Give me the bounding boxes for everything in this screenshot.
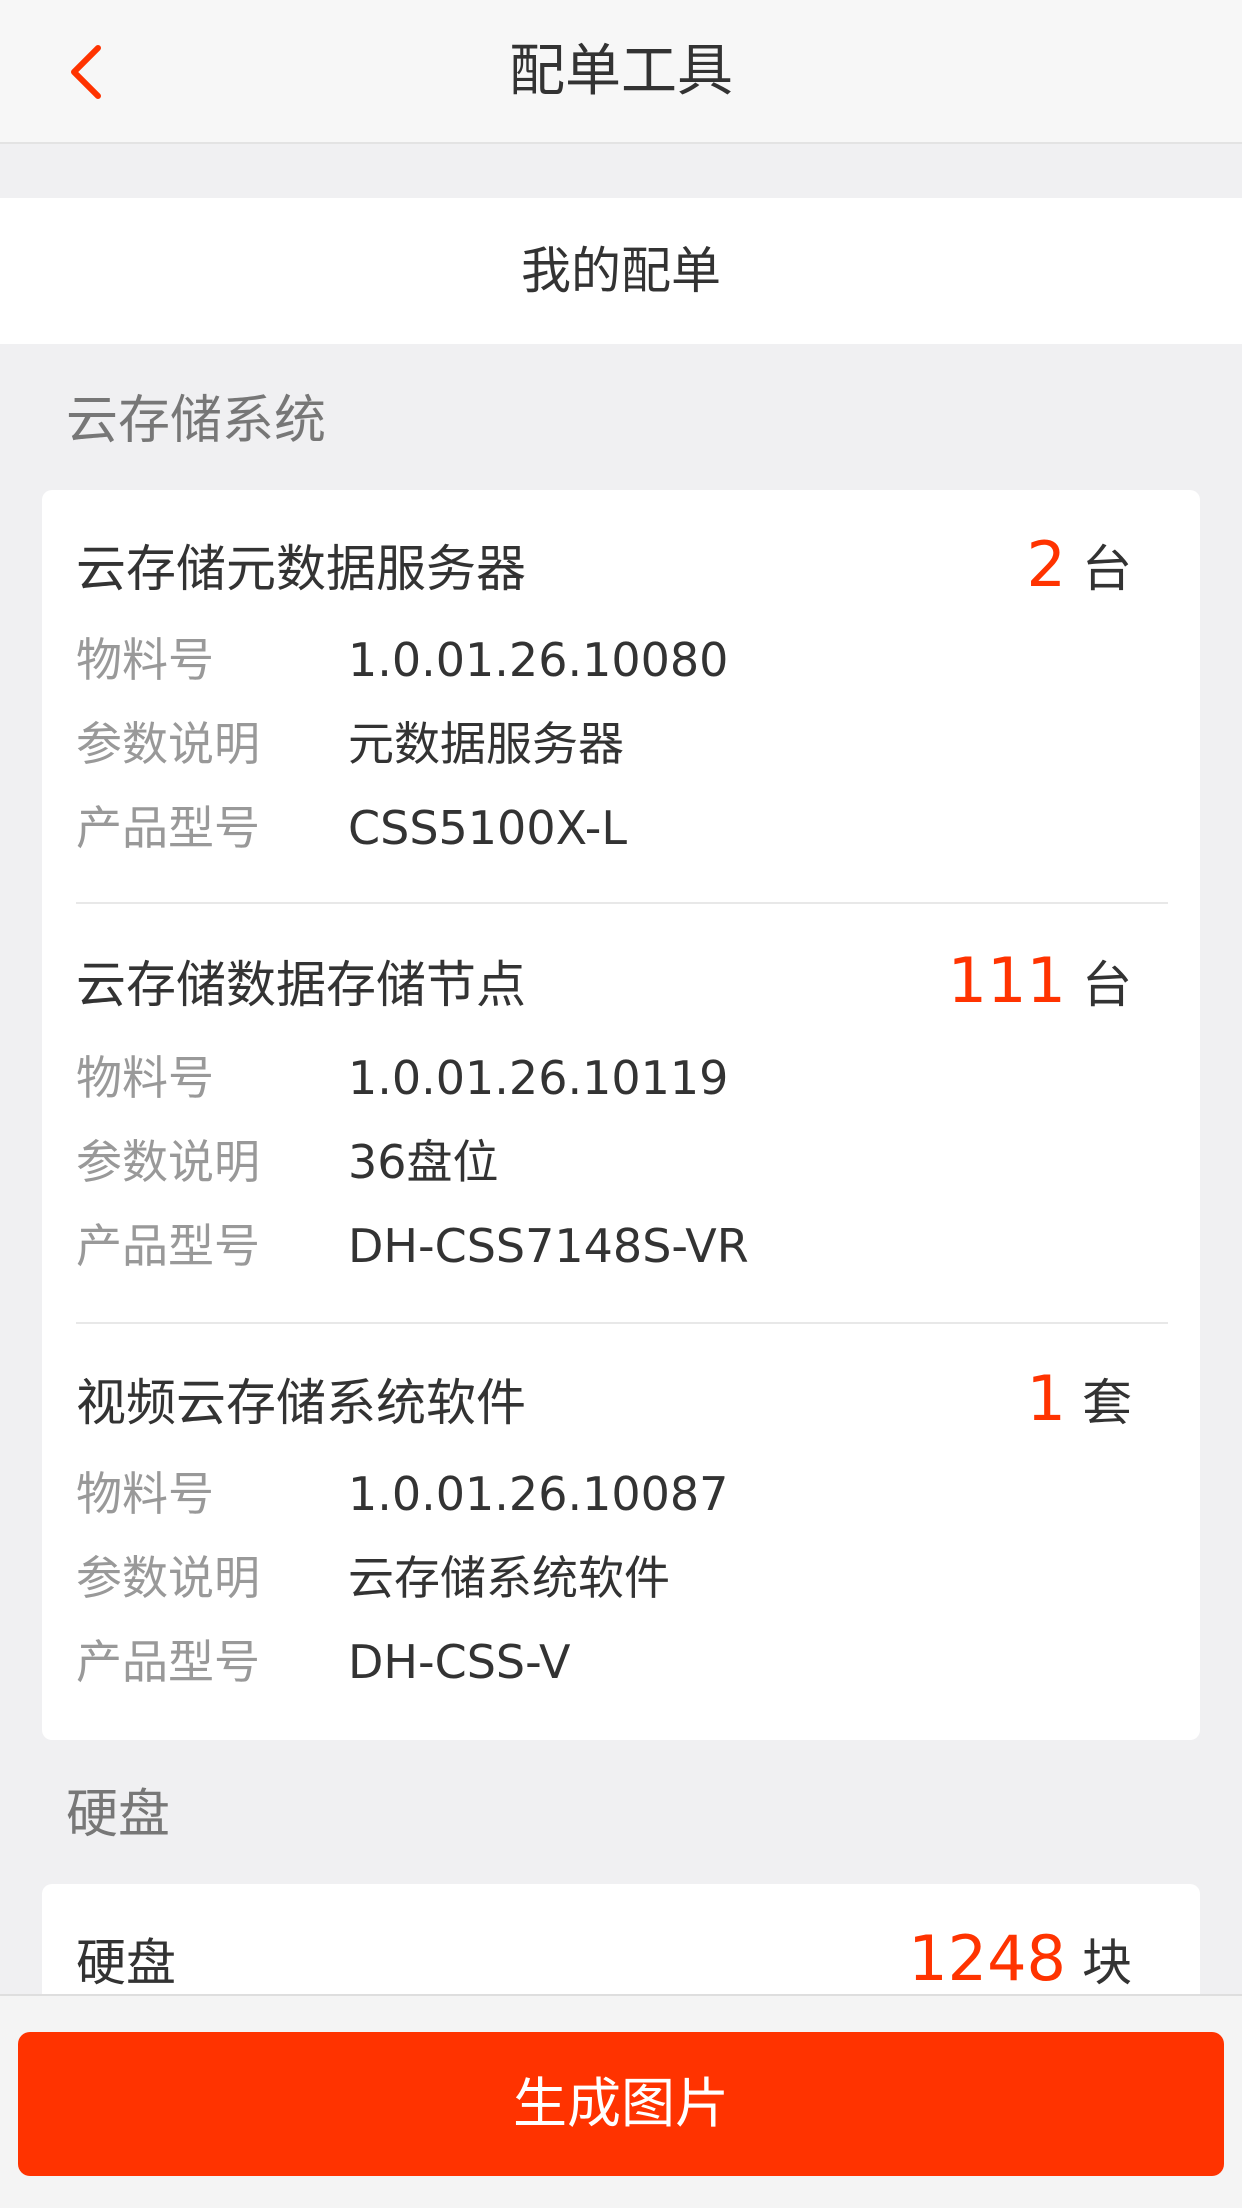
chevron-left-icon	[71, 45, 101, 99]
quantity-unit: 套	[1082, 1374, 1132, 1432]
page-title: 配单工具	[509, 39, 733, 104]
param-desc-value: 云存储系统软件	[348, 1551, 670, 1605]
material-no-value: 1.0.01.26.10087	[348, 1467, 729, 1521]
list-item[interactable]: 云存储元数据服务器 2台 物料号 1.0.01.26.10080 参数说明 元数…	[42, 490, 1200, 902]
item-name: 视频云存储系统软件	[76, 1374, 526, 1432]
item-name: 云存储元数据服务器	[76, 540, 526, 598]
param-desc-label: 参数说明	[76, 1551, 260, 1605]
param-desc-value: 36盘位	[348, 1135, 499, 1189]
param-desc-label: 参数说明	[76, 717, 260, 771]
param-desc-value: 元数据服务器	[348, 717, 624, 771]
quantity-unit: 块	[1082, 1934, 1132, 1992]
model-value: DH-CSS7148S-VR	[348, 1219, 749, 1273]
quantity-number: 1	[1026, 1362, 1066, 1435]
list-item[interactable]: 云存储数据存储节点 111 台 物料号 1.0.01.26.10119 参数说明 …	[42, 904, 1200, 1322]
quantity-unit: 台	[1082, 540, 1132, 598]
quantity-number: 2	[1026, 528, 1066, 601]
back-button[interactable]	[50, 36, 122, 108]
quantity-number: 111	[947, 944, 1066, 1017]
model-value: CSS5100X-L	[348, 801, 628, 855]
material-no-value: 1.0.01.26.10119	[348, 1051, 729, 1105]
quantity-number: 1248	[908, 1922, 1066, 1995]
item-name: 硬盘	[76, 1934, 176, 1992]
model-value: DH-CSS-V	[348, 1635, 571, 1689]
material-no-label: 物料号	[76, 633, 214, 687]
bottom-action-bar: 生成图片	[0, 1994, 1242, 2208]
section-title-hard-disk: 硬盘	[66, 1785, 171, 1845]
param-desc-label: 参数说明	[76, 1135, 260, 1189]
model-label: 产品型号	[76, 801, 260, 855]
material-no-label: 物料号	[76, 1467, 214, 1521]
model-label: 产品型号	[76, 1219, 260, 1273]
section-title-cloud-storage: 云存储系统	[66, 391, 327, 451]
generate-image-button[interactable]: 生成图片	[18, 2032, 1224, 2176]
material-no-label: 物料号	[76, 1051, 214, 1105]
item-quantity: 111 台	[948, 946, 1132, 1032]
item-quantity: 2台	[1027, 530, 1132, 616]
item-name: 云存储数据存储节点	[76, 956, 526, 1014]
item-quantity: 1套	[1027, 1364, 1132, 1450]
tab-my-order[interactable]: 我的配单	[0, 198, 1242, 344]
list-item[interactable]: 视频云存储系统软件 1套 物料号 1.0.01.26.10087 参数说明 云存…	[42, 1324, 1200, 1740]
model-label: 产品型号	[76, 1635, 260, 1689]
cloud-storage-card: 云存储元数据服务器 2台 物料号 1.0.01.26.10080 参数说明 元数…	[42, 490, 1200, 1740]
material-no-value: 1.0.01.26.10080	[348, 633, 729, 687]
header-bar: 配单工具	[0, 0, 1242, 144]
quantity-unit: 台	[1082, 956, 1132, 1014]
